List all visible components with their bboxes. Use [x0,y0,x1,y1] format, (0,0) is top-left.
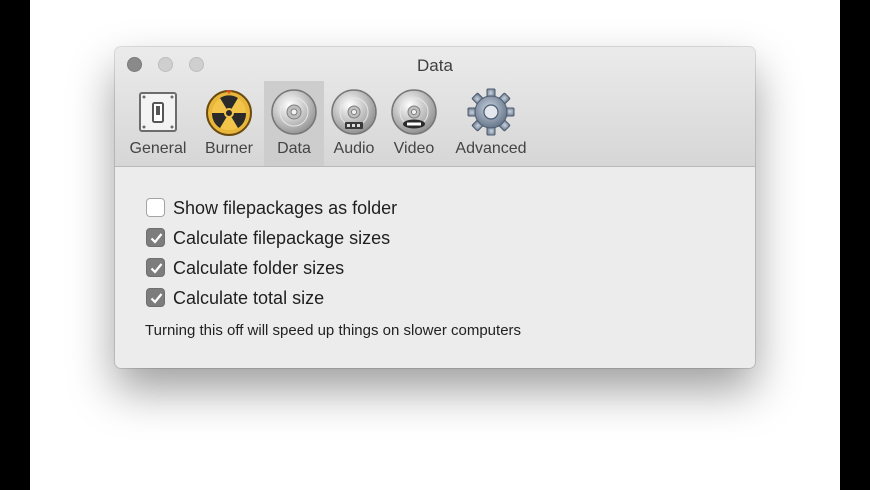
tab-label: Advanced [455,140,527,157]
right-letterbox [840,0,870,490]
tab-advanced[interactable]: Advanced [448,81,534,166]
checkbox[interactable] [146,198,165,217]
audio-disc-icon [331,89,377,135]
checkmark-icon [150,263,163,274]
tab-label: Data [277,140,311,157]
preferences-window: Data General Burner Data Audio Video Adv… [115,47,755,368]
data-preferences-pane: Show filepackages as folder Calculate fi… [115,167,755,368]
burner-radiation-icon [206,90,252,136]
option-label: Calculate folder sizes [173,258,345,278]
switch-icon [139,92,177,132]
help-note: Turning this off will speed up things on… [145,322,522,339]
window-title: Data [417,56,453,75]
window-toolbar: Data General Burner Data Audio Video Adv… [115,47,755,167]
checkbox[interactable] [146,288,165,307]
gear-icon [467,88,515,136]
tab-label: General [129,140,187,157]
tab-label: Video [393,140,435,157]
checkbox[interactable] [146,258,165,277]
dvd-disc-icon [391,89,437,135]
left-letterbox [0,0,30,490]
tab-audio[interactable]: Audio [327,81,381,166]
tab-label: Burner [204,140,254,157]
tab-data[interactable]: Data [264,81,324,166]
checkmark-icon [150,233,163,244]
tab-general[interactable]: General [123,81,193,166]
option-label: Show filepackages as folder [173,198,398,218]
tab-burner[interactable]: Burner [197,81,261,166]
tab-label: Audio [333,140,375,157]
tab-video[interactable]: Video [386,81,442,166]
option-label: Calculate total size [173,288,325,308]
option-label: Calculate filepackage sizes [173,228,391,248]
checkbox[interactable] [146,228,165,247]
checkmark-icon [150,293,163,304]
data-disc-icon [271,89,317,135]
